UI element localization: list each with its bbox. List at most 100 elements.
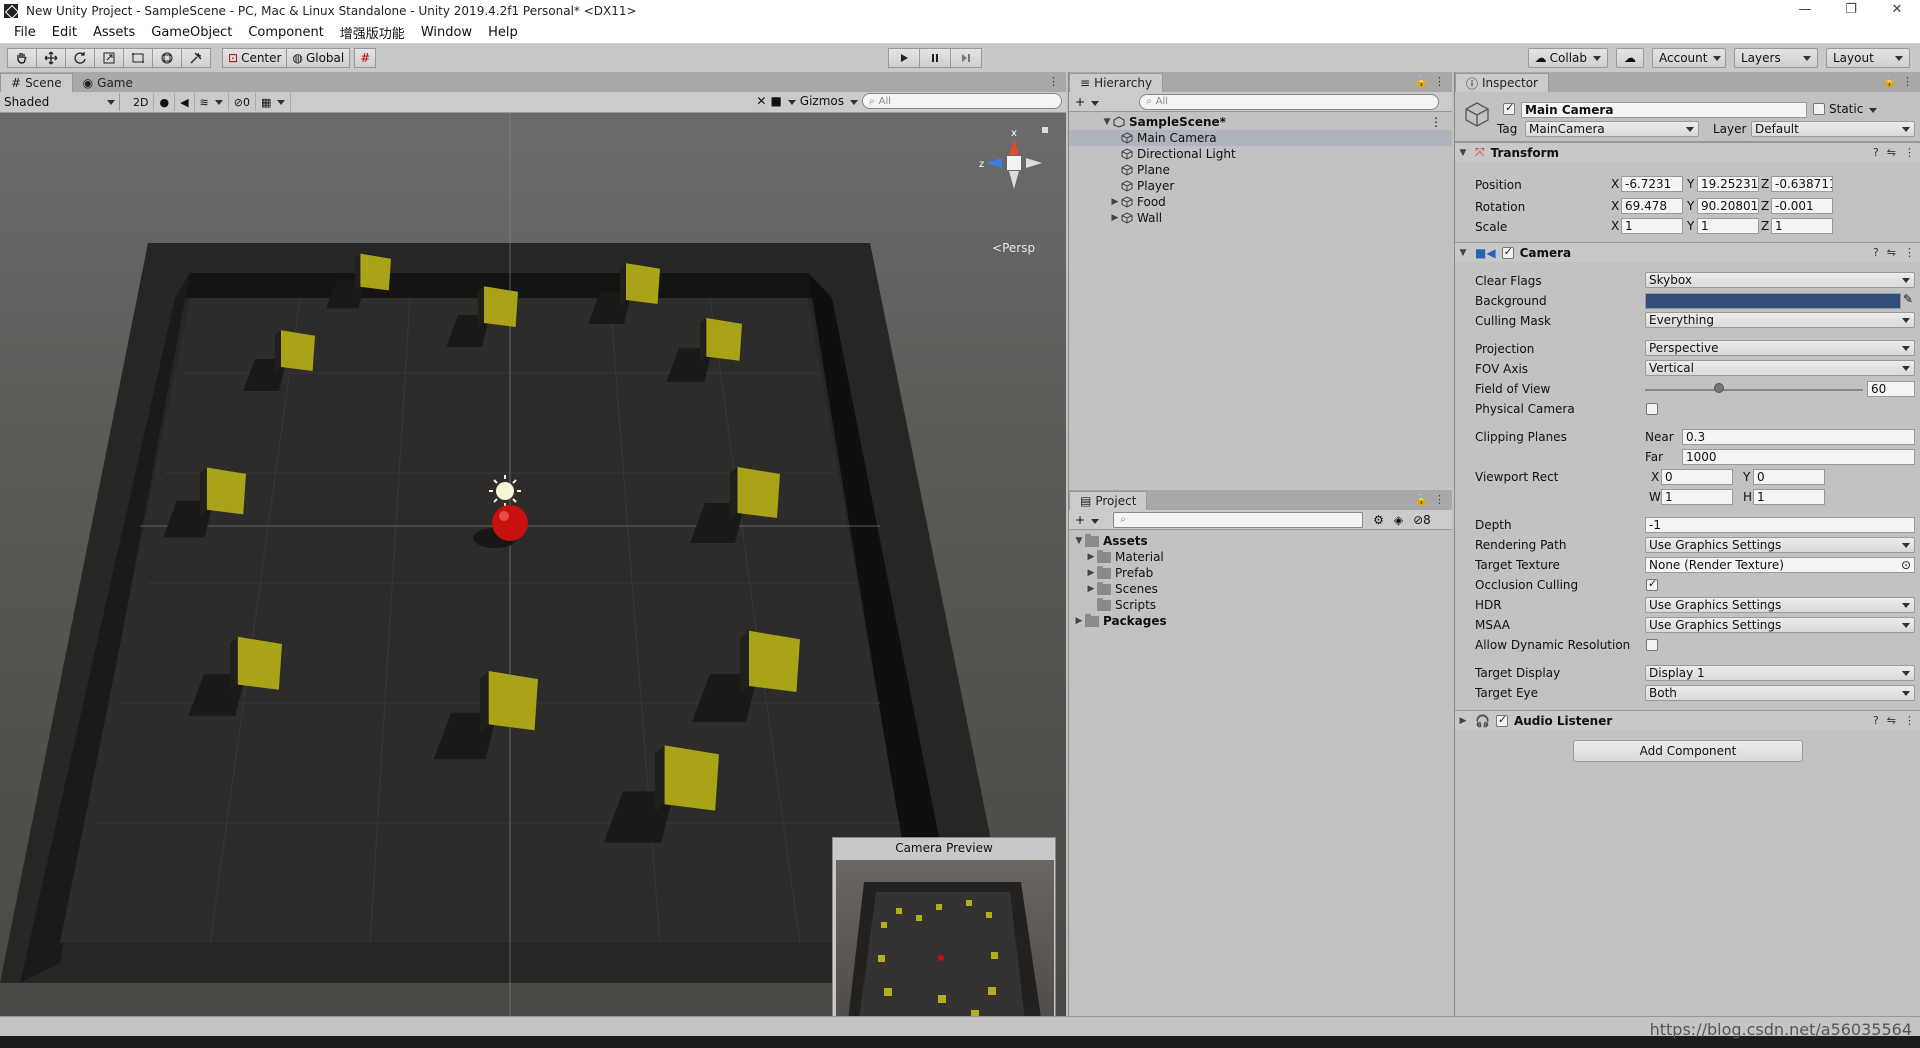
fold-open-icon[interactable]: ▼ xyxy=(1457,148,1469,158)
active-checkbox[interactable] xyxy=(1503,101,1515,115)
static-dropdown[interactable]: Static xyxy=(1829,102,1878,116)
orientation-gizmo[interactable]: x z xyxy=(974,125,1054,225)
pivot-mode-button[interactable]: ⊡ Center xyxy=(222,48,288,68)
physical-camera-checkbox[interactable] xyxy=(1646,403,1658,415)
position-x-field[interactable]: -6.7231 xyxy=(1621,176,1683,192)
collab-button[interactable]: ☁ Collab xyxy=(1527,48,1608,68)
search-by-type-icon[interactable]: ⚙ xyxy=(1373,513,1384,527)
help-icon[interactable]: ? xyxy=(1873,146,1879,159)
fold-closed-icon[interactable]: ▶ xyxy=(1085,565,1097,581)
menu-edit[interactable]: Edit xyxy=(44,25,85,40)
viewport-h-field[interactable]: 1 xyxy=(1753,489,1825,505)
search-by-label-icon[interactable]: ◈ xyxy=(1394,513,1403,527)
projection-dropdown[interactable]: Perspective xyxy=(1645,340,1915,356)
transform-header[interactable]: ▼ ⤧ Transform ? ⇋ ⋮ xyxy=(1455,142,1920,162)
camera-header[interactable]: ▼ ■◀ Camera ? ⇋ ⋮ xyxy=(1455,242,1920,262)
play-button[interactable] xyxy=(888,48,920,68)
occlusion-culling-checkbox[interactable] xyxy=(1646,577,1658,591)
scale-x-field[interactable]: 1 xyxy=(1621,218,1683,234)
rotate-tool-button[interactable] xyxy=(65,48,95,68)
viewport-y-field[interactable]: 0 xyxy=(1753,469,1825,485)
static-checkbox[interactable] xyxy=(1813,103,1825,115)
menu-help[interactable]: Help xyxy=(480,25,526,40)
lighting-toggle[interactable]: ● xyxy=(154,93,176,111)
tab-project[interactable]: ▤ Project xyxy=(1069,491,1148,510)
scale-tool-button[interactable] xyxy=(94,48,124,68)
fold-closed-icon[interactable]: ▶ xyxy=(1457,716,1469,726)
scene-viewport[interactable]: x z <Persp Camera Preview xyxy=(0,113,1066,1016)
lock-icon[interactable] xyxy=(1042,127,1048,133)
layers-dropdown[interactable]: Layers xyxy=(1734,48,1818,68)
fold-open-icon[interactable]: ▼ xyxy=(1457,248,1469,258)
fold-closed-icon[interactable]: ▶ xyxy=(1085,581,1097,597)
account-dropdown[interactable]: Account xyxy=(1652,48,1726,68)
help-icon[interactable]: ? xyxy=(1873,714,1879,727)
packages-folder[interactable]: ▶ Packages xyxy=(1069,613,1452,629)
menu-gameobject[interactable]: GameObject xyxy=(143,25,240,40)
hierarchy-item[interactable]: ▶ Wall xyxy=(1069,210,1452,226)
hierarchy-item[interactable]: Main Camera xyxy=(1069,130,1452,146)
transform-tool-button[interactable] xyxy=(152,48,182,68)
panel-lock-menu-icon[interactable]: 🔒 ⋮ xyxy=(1415,493,1446,506)
preset-icon[interactable]: ⇋ xyxy=(1887,714,1896,727)
pause-button[interactable] xyxy=(919,48,951,68)
hierarchy-item[interactable]: ▶ Food xyxy=(1069,194,1452,210)
menu-enhanced[interactable]: 增强版功能 xyxy=(332,23,413,42)
position-z-field[interactable]: -0.6387119 xyxy=(1771,176,1833,192)
fov-slider-thumb[interactable] xyxy=(1714,383,1725,393)
position-y-field[interactable]: 19.25231 xyxy=(1697,176,1759,192)
preset-icon[interactable]: ⇋ xyxy=(1887,246,1896,259)
panel-menu-icon[interactable]: ⋮ xyxy=(1048,75,1060,88)
hierarchy-item[interactable]: Directional Light xyxy=(1069,146,1452,162)
target-display-dropdown[interactable]: Display 1 xyxy=(1645,665,1915,681)
grid-dropdown[interactable]: ▦ xyxy=(256,93,292,111)
component-menu-icon[interactable]: ⋮ xyxy=(1904,246,1915,259)
help-icon[interactable]: ? xyxy=(1873,246,1879,259)
menu-component[interactable]: Component xyxy=(240,25,331,40)
camera-enabled-checkbox[interactable] xyxy=(1501,245,1514,259)
component-menu-icon[interactable]: ⋮ xyxy=(1904,714,1915,727)
scene-menu-icon[interactable]: ⋮ xyxy=(1430,114,1442,130)
object-name-field[interactable]: Main Camera xyxy=(1521,102,1807,118)
move-tool-button[interactable] xyxy=(36,48,66,68)
dynamic-resolution-checkbox[interactable] xyxy=(1646,639,1658,651)
snap-grid-button[interactable]: # xyxy=(354,48,377,68)
menu-file[interactable]: File xyxy=(6,25,44,40)
hdr-dropdown[interactable]: Use Graphics Settings xyxy=(1645,597,1915,613)
panel-lock-menu-icon[interactable]: 🔒 ⋮ xyxy=(1883,75,1914,88)
project-folder[interactable]: ▶ Scenes xyxy=(1069,581,1452,597)
audio-toggle[interactable]: ◀ xyxy=(175,93,195,111)
panel-lock-menu-icon[interactable]: 🔒 ⋮ xyxy=(1415,75,1446,88)
2d-toggle[interactable]: 2D xyxy=(128,93,155,111)
clear-flags-dropdown[interactable]: Skybox xyxy=(1645,272,1915,288)
viewport-x-field[interactable]: 0 xyxy=(1661,469,1733,485)
assets-folder[interactable]: ▼ Assets xyxy=(1069,533,1452,549)
fov-slider-track[interactable] xyxy=(1645,389,1863,391)
target-texture-field[interactable]: None (Render Texture) ⊙ xyxy=(1645,557,1915,573)
fold-closed-icon[interactable]: ▶ xyxy=(1109,210,1121,226)
tab-scene[interactable]: # Scene xyxy=(0,73,73,92)
minimize-button[interactable]: — xyxy=(1782,0,1828,22)
hierarchy-search-input[interactable]: ⌕ All xyxy=(1139,93,1440,110)
hierarchy-item[interactable]: Plane xyxy=(1069,162,1452,178)
rotation-z-field[interactable]: -0.001 xyxy=(1771,198,1833,214)
scene-search-input[interactable]: ⌕ All xyxy=(862,93,1062,109)
tab-game[interactable]: ◉ Game xyxy=(73,73,143,92)
layer-dropdown[interactable]: Default xyxy=(1751,121,1915,137)
target-eye-dropdown[interactable]: Both xyxy=(1645,685,1915,701)
custom-tool-button[interactable] xyxy=(181,48,211,68)
viewport-w-field[interactable]: 1 xyxy=(1661,489,1733,505)
project-folder[interactable]: ▶ Prefab xyxy=(1069,565,1452,581)
cloud-services-button[interactable]: ☁ xyxy=(1616,48,1644,68)
fov-axis-dropdown[interactable]: Vertical xyxy=(1645,360,1915,376)
eyedropper-icon[interactable]: ✎ xyxy=(1903,292,1913,306)
fold-closed-icon[interactable]: ▶ xyxy=(1109,194,1121,210)
project-search-input[interactable]: ⌕ xyxy=(1113,511,1364,528)
hand-tool-button[interactable] xyxy=(7,48,37,68)
shading-mode-dropdown[interactable]: Shaded xyxy=(0,93,120,111)
hidden-objects-toggle[interactable]: ⊘ 0 xyxy=(229,93,256,111)
fold-open-icon[interactable]: ▼ xyxy=(1073,533,1085,549)
tools-icon[interactable]: ✕ xyxy=(756,94,766,108)
step-button[interactable] xyxy=(950,48,982,68)
create-dropdown[interactable]: + xyxy=(1075,95,1100,109)
